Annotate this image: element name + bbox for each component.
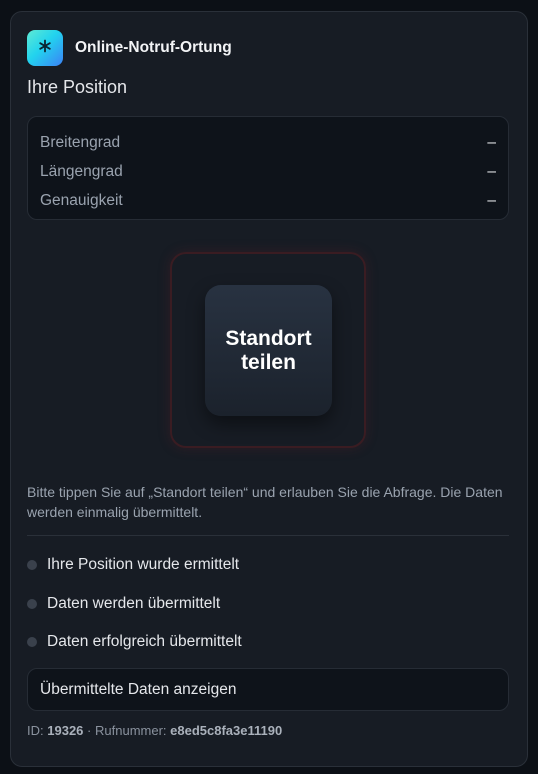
latitude-value: – <box>487 133 496 151</box>
step-label: Daten erfolgreich übermittelt <box>47 633 242 650</box>
id-value: 19326 <box>47 723 84 738</box>
latitude-row: Breitengrad – <box>40 128 496 157</box>
app-logo <box>27 30 63 66</box>
status-dot <box>27 599 37 609</box>
step-label: Daten werden übermittelt <box>47 595 221 612</box>
step-data-transmitted: Daten erfolgreich übermittelt <box>27 631 242 653</box>
footer-info: ID: 19326 · Rufnummer: e8ed5c8fa3e11190 <box>27 723 282 738</box>
step-data-transmitting: Daten werden übermittelt <box>27 593 220 615</box>
app-title: Online-Notruf-Ortung <box>75 39 232 56</box>
share-location-button[interactable]: Standort teilen <box>205 285 332 416</box>
phone-value: e8ed5c8fa3e11190 <box>170 723 283 738</box>
show-transmitted-data-label: Übermittelte Daten anzeigen <box>40 680 237 698</box>
show-transmitted-data-button[interactable]: Übermittelte Daten anzeigen <box>27 668 509 711</box>
latitude-label: Breitengrad <box>40 133 121 151</box>
position-title: Ihre Position <box>27 77 128 97</box>
step-position-determined: Ihre Position wurde ermittelt <box>27 554 239 576</box>
instruction-text: Bitte tippen Sie auf „Standort teilen“ u… <box>27 484 503 520</box>
longitude-row: Längengrad – <box>40 157 496 186</box>
accuracy-label: Genauigkeit <box>40 191 123 209</box>
phone-label: Rufnummer: <box>95 723 167 738</box>
longitude-value: – <box>487 162 496 180</box>
status-dot <box>27 560 37 570</box>
step-label: Ihre Position wurde ermittelt <box>47 556 240 573</box>
longitude-label: Längengrad <box>40 162 123 180</box>
id-label: ID: <box>27 723 44 738</box>
divider <box>27 535 509 536</box>
status-dot <box>27 637 37 647</box>
accuracy-row: Genauigkeit – <box>40 186 496 215</box>
location-card: Online-Notruf-Ortung Ihre Position Breit… <box>10 11 528 767</box>
share-location-label: Standort teilen <box>225 326 312 374</box>
asterisk-icon <box>38 39 52 58</box>
accuracy-value: – <box>487 191 496 209</box>
footer-separator: · <box>87 723 92 738</box>
app-header: Online-Notruf-Ortung <box>27 30 232 66</box>
coordinates-panel: Breitengrad – Längengrad – Genauigkeit – <box>27 116 509 220</box>
